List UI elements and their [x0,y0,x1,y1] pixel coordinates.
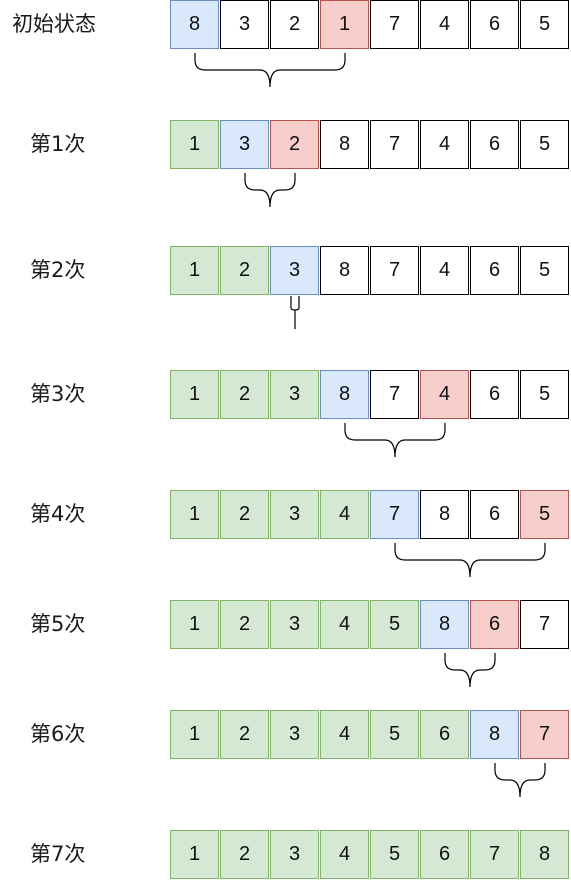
swap-brace [244,173,296,208]
swap-brace [394,543,546,578]
swap-brace [194,53,346,88]
swap-brace [494,763,546,798]
swap-braces [194,53,546,798]
swap-brace [344,423,446,458]
swap-brace [444,653,496,688]
swap-brace [290,296,300,329]
